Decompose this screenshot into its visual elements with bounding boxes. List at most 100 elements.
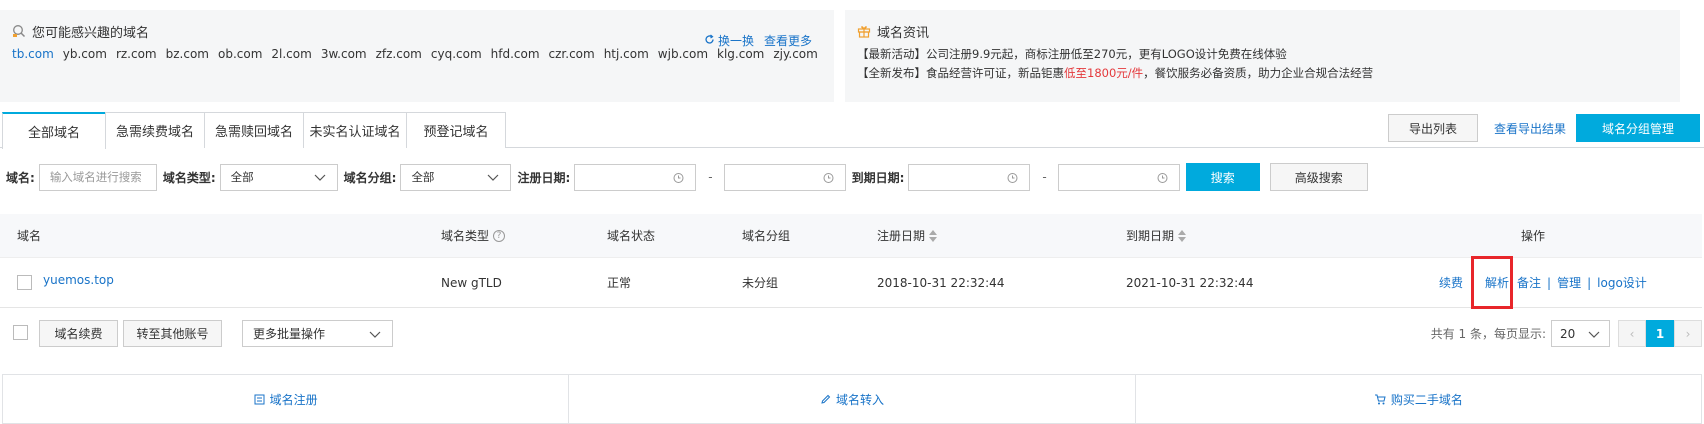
tab-renew-needed[interactable]: 急需续费域名	[105, 112, 205, 148]
recommend-title: 您可能感兴趣的域名	[12, 22, 822, 41]
row-select[interactable]	[17, 258, 32, 307]
recommended-domain[interactable]: bz.com	[166, 47, 209, 61]
recommend-title-text: 您可能感兴趣的域名	[32, 25, 150, 41]
recommended-domain[interactable]: klg.com	[717, 47, 764, 61]
col-reg-date[interactable]: 注册日期	[877, 214, 938, 257]
col-exp-date[interactable]: 到期日期	[1126, 214, 1187, 257]
advanced-search-button[interactable]: 高级搜索	[1269, 163, 1368, 191]
transfer-account-button[interactable]: 转至其他账号	[123, 320, 222, 347]
tab-redeem-needed[interactable]: 急需赎回域名	[204, 112, 304, 148]
filter-bar: 域名: 输入域名进行搜索 域名类型: 全部 域名分组: 全部 注册日期: - 到…	[6, 163, 1368, 191]
reg-date-end-input[interactable]	[723, 163, 846, 191]
tab-unverified[interactable]: 未实名认证域名	[303, 112, 407, 148]
news-title: 域名资讯	[857, 22, 1668, 41]
reg-date-start-input[interactable]	[574, 163, 697, 191]
prev-page-button[interactable]: ‹	[1618, 320, 1646, 347]
col-status: 域名状态	[607, 229, 656, 243]
type-select[interactable]: 全部	[219, 163, 338, 191]
col-group: 域名分组	[742, 229, 791, 243]
cell-exp-date: 2021-10-31 22:32:44	[1126, 275, 1254, 290]
clock-icon	[1007, 172, 1018, 183]
chevron-down-icon	[1588, 331, 1600, 338]
table-row: yuemos.top New gTLD 正常 未分组 2018-10-31 22…	[0, 258, 1702, 308]
group-select[interactable]: 全部	[400, 163, 512, 191]
page-size-select[interactable]: 20	[1551, 320, 1610, 347]
exp-date-start-input[interactable]	[908, 163, 1031, 191]
cart-icon	[1374, 394, 1386, 404]
action-separator: |	[1587, 275, 1592, 290]
recommended-domain[interactable]: htj.com	[604, 47, 649, 61]
col-reg-date-label: 注册日期	[877, 229, 926, 243]
news-item[interactable]: 【全新发布】食品经营许可证，新品钜惠低至1800元/件，餐饮服务必备资质，助力企…	[857, 64, 1668, 83]
next-page-button[interactable]: ›	[1674, 320, 1702, 347]
domain-filter-label: 域名:	[6, 170, 35, 185]
refresh-label: 换一换	[717, 34, 754, 48]
select-all-checkbox[interactable]	[13, 325, 28, 340]
type-select-value: 全部	[230, 170, 254, 184]
recommended-domain-list: tb.com yb.com rz.com bz.com ob.com 2l.co…	[12, 47, 822, 61]
recommended-domain[interactable]: wjb.com	[658, 47, 708, 61]
domain-link[interactable]: yuemos.top	[43, 255, 114, 304]
exp-date-end-input[interactable]	[1057, 163, 1180, 191]
register-domain-label: 域名注册	[269, 392, 318, 407]
recommended-domain[interactable]: zjy.com	[773, 47, 817, 61]
chevron-down-icon	[369, 331, 381, 338]
search-button[interactable]: 搜索	[1185, 163, 1260, 191]
group-manage-button[interactable]: 域名分组管理	[1576, 114, 1700, 142]
tab-all-domains[interactable]: 全部域名	[2, 112, 106, 149]
news-text: 【全新发布】食品经营许可证，新品钜惠	[857, 66, 1064, 80]
clock-icon	[673, 172, 684, 183]
recommended-domain[interactable]: cyq.com	[431, 47, 482, 61]
cell-group: 未分组	[742, 276, 779, 290]
action-separator: |	[1547, 275, 1552, 290]
renew-action[interactable]: 续费	[1439, 274, 1463, 291]
bulk-bar: 域名续费 转至其他账号 更多批量操作 共有 1 条，每页显示: 20 ‹ 1 ›	[0, 320, 1702, 348]
col-actions: 操作	[1521, 229, 1546, 243]
type-filter-label: 域名类型:	[162, 170, 216, 185]
recommended-domain[interactable]: 2l.com	[271, 47, 311, 61]
export-list-button[interactable]: 导出列表	[1387, 114, 1478, 142]
col-domain: 域名	[17, 229, 42, 243]
group-select-value: 全部	[411, 170, 435, 184]
manage-action[interactable]: 管理	[1557, 274, 1581, 291]
cell-reg-date: 2018-10-31 22:32:44	[877, 275, 1005, 290]
view-more-link[interactable]: 查看更多	[764, 32, 812, 49]
sort-icon[interactable]	[1178, 229, 1187, 242]
page-button-current[interactable]: 1	[1646, 320, 1674, 347]
sort-icon[interactable]	[929, 229, 938, 242]
row-checkbox[interactable]	[17, 275, 32, 290]
recommended-domain[interactable]: tb.com	[12, 47, 54, 61]
recommended-domain[interactable]: czr.com	[549, 47, 595, 61]
date-range-dash: -	[1042, 170, 1047, 184]
pagination: 共有 1 条，每页显示: 20 ‹ 1 ›	[1431, 320, 1702, 347]
page-size-value: 20	[1560, 326, 1576, 341]
news-list: 【最新活动】公司注册9.9元起，商标注册低至270元，更有LOGO设计免费在线体…	[857, 45, 1668, 83]
buy-used-domain-label: 购买二手域名	[1390, 392, 1463, 407]
help-icon[interactable]: ?	[493, 229, 506, 242]
buy-used-domain-link[interactable]: 购买二手域名	[1136, 375, 1701, 423]
news-item[interactable]: 【最新活动】公司注册9.9元起，商标注册低至270元，更有LOGO设计免费在线体…	[857, 45, 1668, 64]
logo-design-action[interactable]: logo设计	[1597, 274, 1647, 291]
note-action[interactable]: 备注	[1517, 274, 1541, 291]
recommended-domain[interactable]: yb.com	[63, 47, 107, 61]
export-result-link[interactable]: 查看导出结果	[1494, 120, 1566, 137]
gift-icon	[857, 24, 871, 38]
recommended-domain[interactable]: rz.com	[116, 47, 157, 61]
recommended-domain[interactable]: hfd.com	[491, 47, 540, 61]
register-domain-link[interactable]: 域名注册	[3, 375, 570, 423]
date-range-dash: -	[708, 170, 713, 184]
tab-preregistered[interactable]: 预登记域名	[406, 112, 506, 148]
group-filter-label: 域名分组:	[343, 170, 397, 185]
highlight-box	[1471, 256, 1513, 309]
exp-date-label: 到期日期:	[851, 170, 905, 185]
transfer-in-link[interactable]: 域名转入	[569, 375, 1136, 423]
domain-search-input[interactable]: 输入域名进行搜索	[38, 163, 157, 191]
recommended-domain[interactable]: zfz.com	[376, 47, 422, 61]
bulk-actions-select[interactable]: 更多批量操作	[242, 320, 393, 347]
recommended-domain[interactable]: ob.com	[218, 47, 262, 61]
bulk-renew-button[interactable]: 域名续费	[39, 320, 118, 347]
register-icon	[254, 394, 265, 404]
refresh-button[interactable]: 换一换	[704, 32, 754, 49]
tab-toolbar: 导出列表 查看导出结果 域名分组管理	[1387, 114, 1700, 142]
recommended-domain[interactable]: 3w.com	[321, 47, 367, 61]
